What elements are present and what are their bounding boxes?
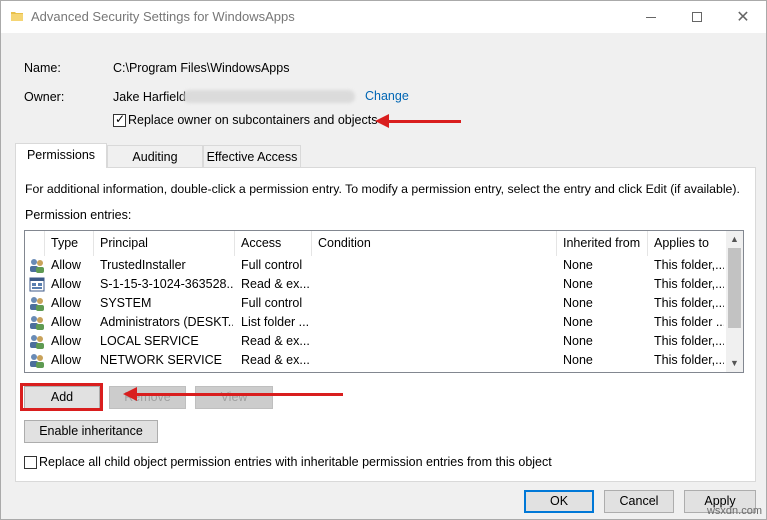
cell-inherited-from: None — [563, 258, 593, 272]
cell-principal: NETWORK SERVICE — [100, 353, 223, 367]
cell-type: Allow — [51, 277, 81, 291]
maximize-icon — [692, 12, 702, 22]
table-row[interactable]: Allow NETWORK SERVICE Read & ex... None … — [25, 351, 727, 370]
info-text: For additional information, double-click… — [25, 182, 740, 196]
cell-applies-to: This folder,... — [654, 258, 724, 272]
column-header-principal[interactable]: Principal — [94, 231, 235, 256]
owner-label: Owner: — [24, 90, 65, 104]
cell-type: Allow — [51, 315, 81, 329]
app-package-icon — [29, 277, 45, 292]
replace-child-permissions-checkbox[interactable] — [24, 456, 37, 469]
vertical-scrollbar[interactable]: ▲ ▼ — [726, 231, 743, 372]
cell-access: Read & ex... — [241, 353, 310, 367]
column-header-type[interactable]: Type — [45, 231, 94, 256]
remove-button[interactable]: Remove — [109, 386, 186, 409]
group-icon — [30, 297, 44, 311]
view-button[interactable]: View — [195, 386, 273, 409]
minimize-button[interactable] — [628, 1, 674, 33]
cell-principal: TrustedInstaller — [100, 258, 186, 272]
close-button[interactable]: ✕ — [720, 1, 766, 33]
replace-owner-checkbox[interactable] — [113, 112, 126, 127]
cell-type: Allow — [51, 353, 81, 367]
column-header-access[interactable]: Access — [235, 231, 312, 256]
cell-inherited-from: None — [563, 315, 593, 329]
cell-type: Allow — [51, 296, 81, 310]
folder-icon — [11, 12, 23, 21]
table-row[interactable]: Allow TrustedInstaller Full control None… — [25, 256, 727, 275]
advanced-security-window: Advanced Security Settings for WindowsAp… — [0, 0, 767, 520]
close-icon: ✕ — [736, 9, 750, 26]
tab-label: Permissions — [26, 148, 96, 162]
ok-button[interactable]: OK — [524, 490, 594, 513]
cell-applies-to: This folder,... — [654, 296, 724, 310]
maximize-button[interactable] — [674, 1, 720, 33]
cell-type: Allow — [51, 258, 81, 272]
title-bar[interactable]: Advanced Security Settings for WindowsAp… — [1, 1, 766, 33]
cell-type: Allow — [51, 334, 81, 348]
table-row[interactable]: Allow Administrators (DESKT... List fold… — [25, 313, 727, 332]
permission-entries-list[interactable]: Type Principal Access Condition Inherite… — [24, 230, 744, 373]
table-row[interactable]: Allow SYSTEM Full control None This fold… — [25, 294, 727, 313]
column-header-icon — [25, 231, 45, 256]
column-header-inherited-from[interactable]: Inherited from — [557, 231, 648, 256]
tab-effective-access[interactable]: Effective Access — [203, 145, 301, 167]
cell-inherited-from: None — [563, 296, 593, 310]
cell-principal: Administrators (DESKT... — [100, 315, 233, 329]
change-owner-link[interactable]: Change — [365, 89, 409, 103]
cell-applies-to: This folder ... — [654, 315, 724, 329]
name-value: C:\Program Files\WindowsApps — [113, 61, 290, 75]
watermark: wsxdn.com — [706, 505, 762, 517]
cell-principal: LOCAL SERVICE — [100, 334, 199, 348]
scroll-up-icon[interactable]: ▲ — [726, 231, 743, 248]
cell-applies-to: This folder,... — [654, 353, 724, 367]
scroll-down-icon[interactable]: ▼ — [726, 355, 743, 372]
table-row[interactable]: Allow S-1-15-3-1024-363528... Read & ex.… — [25, 275, 727, 294]
cell-inherited-from: None — [563, 334, 593, 348]
cell-applies-to: This folder,... — [654, 277, 724, 291]
cell-access: Full control — [241, 296, 303, 310]
column-header-applies-to[interactable]: Applies to — [648, 231, 727, 256]
cell-inherited-from: None — [563, 353, 593, 367]
tab-permissions[interactable]: Permissions — [15, 143, 107, 168]
replace-owner-label[interactable]: Replace owner on subcontainers and objec… — [128, 113, 377, 127]
cell-principal: S-1-15-3-1024-363528... — [100, 277, 233, 291]
annotation-highlight-add — [20, 383, 103, 411]
group-icon — [30, 316, 44, 330]
enable-inheritance-button[interactable]: Enable inheritance — [24, 420, 158, 443]
table-row[interactable]: Allow LOCAL SERVICE Read & ex... None Th… — [25, 332, 727, 351]
owner-value: Jake Harfield — [113, 90, 186, 104]
column-header-condition[interactable]: Condition — [312, 231, 557, 256]
cell-principal: SYSTEM — [100, 296, 152, 310]
tab-label: Effective Access — [206, 150, 298, 164]
tab-auditing[interactable]: Auditing — [107, 145, 203, 167]
window-title: Advanced Security Settings for WindowsAp… — [31, 9, 295, 24]
group-icon — [30, 335, 44, 349]
permission-entries-label: Permission entries: — [25, 208, 132, 222]
group-icon — [30, 354, 44, 368]
cancel-button[interactable]: Cancel — [604, 490, 674, 513]
cell-access: List folder ... — [241, 315, 310, 329]
name-label: Name: — [24, 61, 61, 75]
cell-access: Full control — [241, 258, 303, 272]
replace-child-permissions-label[interactable]: Replace all child object permission entr… — [39, 455, 552, 469]
group-icon — [30, 259, 44, 273]
minimize-icon — [646, 16, 656, 18]
cell-access: Read & ex... — [241, 334, 310, 348]
scroll-thumb[interactable] — [728, 248, 741, 328]
cell-applies-to: This folder,... — [654, 334, 724, 348]
tab-label: Auditing — [132, 150, 178, 164]
cell-access: Read & ex... — [241, 277, 310, 291]
annotation-arrow-add — [123, 387, 343, 401]
cell-inherited-from: None — [563, 277, 593, 291]
redacted-email — [183, 90, 355, 103]
annotation-arrow-owner — [375, 114, 461, 128]
